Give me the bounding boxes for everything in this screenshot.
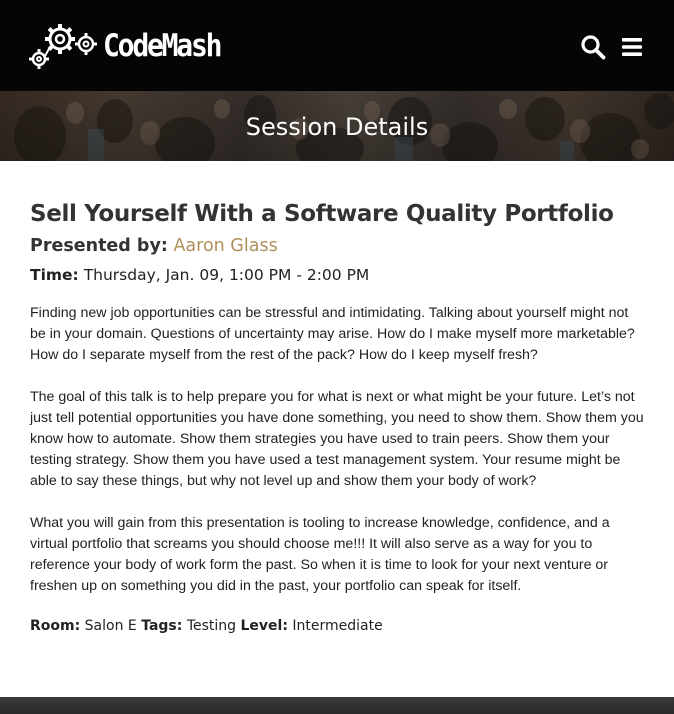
session-abstract: Finding new job opportunities can be str… [30, 303, 646, 597]
room-label: Room: [30, 618, 81, 634]
abstract-paragraph: The goal of this talk is to help prepare… [30, 389, 644, 489]
codemash-logo[interactable]: CodeMash [29, 22, 222, 70]
tags-value: Testing [186, 618, 237, 634]
menu-button[interactable] [620, 35, 644, 59]
page-title: Session Details [245, 113, 429, 141]
presented-by-label: Presented by: [30, 236, 168, 256]
page-hero-banner: Session Details [0, 91, 674, 161]
search-button[interactable] [580, 34, 606, 60]
presenter-link[interactable]: Aaron Glass [173, 236, 277, 256]
logo-wordmark: CodeMash [103, 26, 222, 64]
session-details-content: Sell Yourself With a Software Quality Po… [30, 196, 646, 637]
session-title: Sell Yourself With a Software Quality Po… [30, 201, 614, 227]
gears-logo-icon [29, 24, 97, 69]
session-time: Time: Thursday, Jan. 09, 1:00 PM - 2:00 … [30, 262, 646, 288]
presenter-line: Presented by: Aaron Glass [30, 232, 646, 260]
footer-bar [0, 697, 674, 714]
time-value: Thursday, Jan. 09, 1:00 PM - 2:00 PM [83, 266, 370, 284]
room-value: Salon E [84, 618, 137, 634]
session-metadata: Room: Salon E Tags: Testing Level: Inter… [30, 615, 646, 637]
level-label: Level: [240, 618, 288, 634]
top-navigation-bar: CodeMash [0, 0, 674, 91]
hamburger-menu-icon [622, 38, 642, 56]
tags-label: Tags: [141, 618, 183, 634]
level-value: Intermediate [292, 618, 383, 634]
search-icon [581, 35, 606, 60]
time-label: Time: [30, 266, 79, 284]
abstract-paragraph: What you will gain from this presentatio… [30, 515, 610, 594]
abstract-paragraph: Finding new job opportunities can be str… [30, 305, 635, 363]
